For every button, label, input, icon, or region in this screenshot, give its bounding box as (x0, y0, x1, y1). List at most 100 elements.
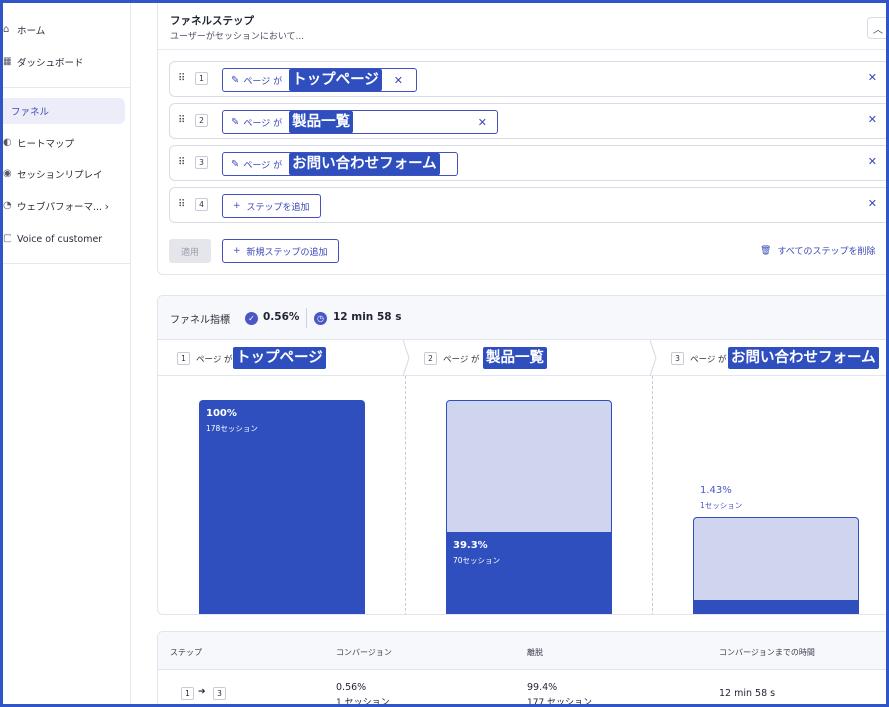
check-circle-icon: ✓ (245, 312, 258, 325)
replay-icon: ◉ (3, 168, 11, 179)
trash-icon: 🗑 (760, 245, 772, 256)
apply-button[interactable]: 適用 (169, 239, 211, 263)
sidebar-item-label: Voice of customer (17, 233, 103, 245)
collapse-button[interactable]: ︿ (867, 17, 886, 39)
bar-sessions-label: 178セッション (206, 424, 258, 433)
sidebar-item-label: ファネル (11, 107, 50, 118)
conversion-sessions: 1 セッション (336, 698, 390, 707)
step-number: 2 (424, 352, 437, 365)
sidebar-item-dashboard[interactable]: ▦ ダッシュボード (3, 49, 125, 75)
funnel-column-header: 1 ページ が トップページ (158, 340, 405, 376)
dropoff-value: 99.4% (527, 682, 558, 693)
column-header: コンバージョンまでの時間 (719, 648, 815, 657)
step-condition-chip[interactable]: ✎ ページ が お問い合わせフォーム (222, 152, 458, 176)
sidebar-divider (3, 87, 131, 88)
step-number: 3 (671, 352, 684, 365)
remove-step-icon[interactable]: ✕ (868, 71, 877, 84)
remove-step-icon[interactable]: ✕ (868, 113, 877, 126)
plus-icon: + (233, 201, 241, 211)
funnel-step-row: ⠿ 4 + ステップを追加 ✕ (169, 187, 886, 223)
new-step-button[interactable]: + 新規ステップの追加 (222, 239, 339, 263)
drag-handle-icon[interactable]: ⠿ (178, 199, 185, 210)
condition-label: ページ が (196, 355, 233, 365)
divider (158, 49, 886, 50)
sidebar-divider (3, 263, 131, 264)
step-condition-chip[interactable]: ✎ ページ が 製品一覧 ✕ (222, 110, 498, 134)
sidebar-item-funnel[interactable]: ファネル (3, 98, 125, 124)
sidebar-item-label: ダッシュボード (17, 58, 84, 69)
chevron-up-icon: ︿ (873, 24, 883, 36)
funnel-chart-card: ファネル指標 ✓ 0.56% ◷ 12 min 58 s 1 ページ が トップ… (157, 295, 886, 615)
plus-icon: + (233, 246, 241, 256)
step-number: 1 (177, 352, 190, 365)
conversion-duration: 12 min 58 s (333, 311, 402, 323)
sidebar-item-session-replay[interactable]: ◉ セッションリプレイ (3, 161, 125, 187)
divider (306, 308, 307, 328)
funnel-summary-table: ステップ コンバージョン 離脱 コンバージョンまでの時間 1 ➔ 3 0.56%… (157, 631, 886, 707)
column-divider (405, 376, 406, 614)
sidebar-item-web-performance[interactable]: ◔ ウェブパフォーマ... › (3, 193, 125, 219)
remove-step-icon[interactable]: ✕ (868, 155, 877, 168)
step-number: 4 (195, 198, 208, 211)
condition-label: ページ が (690, 355, 727, 365)
sidebar-item-label: ヒートマップ (17, 139, 75, 150)
funnel-step-row: ⠿ 2 ✎ ページ が 製品一覧 ✕ ✕ (169, 103, 886, 139)
sidebar-item-voice-of-customer[interactable]: ▢ Voice of customer (3, 226, 125, 252)
pencil-icon: ✎ (231, 116, 240, 128)
page-name: お問い合わせフォーム (289, 153, 440, 175)
step-arrow-separator (403, 340, 410, 376)
funnel-steps-card: ファネルステップ ユーザーがセッションにおいて... ︿ ⠿ 1 ✎ ページ が… (157, 3, 886, 275)
home-icon: ⌂ (3, 24, 10, 35)
dropoff-sessions: 177 セッション (527, 698, 593, 707)
clock-icon: ◷ (314, 312, 327, 325)
bar-percent-label: 100% (206, 408, 237, 419)
step-to: 3 (213, 687, 226, 700)
bar-sessions-label: 1セッション (700, 500, 743, 510)
column-header: ステップ (170, 648, 202, 657)
app-window: ⌂ ホーム ▦ ダッシュボード ファネル ◐ ヒートマップ ◉ セッションリプレ… (0, 0, 889, 707)
funnel-column-header: 2 ページ が 製品一覧 (405, 340, 652, 376)
clear-icon[interactable]: ✕ (394, 74, 403, 87)
sidebar-item-label: セッションリプレイ (17, 170, 103, 181)
add-step-button[interactable]: + ステップを追加 (222, 194, 321, 218)
sidebar-item-label: ホーム (17, 26, 46, 37)
add-step-label: ステップを追加 (246, 202, 310, 213)
table-header: ステップ コンバージョン 離脱 コンバージョンまでの時間 (158, 632, 886, 670)
page-name: 製品一覧 (483, 347, 547, 369)
bar-conversion[interactable] (693, 599, 859, 614)
drag-handle-icon[interactable]: ⠿ (178, 73, 185, 84)
sidebar-item-home[interactable]: ⌂ ホーム (3, 17, 125, 43)
condition-label: ページ が (243, 118, 283, 129)
funnel-column-header: 3 ページ が お問い合わせフォーム (652, 340, 886, 376)
metrics-label: ファネル指標 (170, 315, 230, 326)
funnel-step-row: ⠿ 1 ✎ ページ が トップページ ✕ ✕ (169, 61, 886, 97)
column-header: 離脱 (527, 648, 543, 657)
clear-icon[interactable]: ✕ (478, 116, 487, 129)
performance-icon: ◔ (3, 200, 11, 211)
page-name: トップページ (233, 347, 326, 369)
step-from: 1 (181, 687, 194, 700)
sidebar-item-heatmap[interactable]: ◐ ヒートマップ (3, 130, 125, 156)
conversion-value: 0.56% (336, 682, 367, 693)
remove-step-icon[interactable]: ✕ (868, 197, 877, 210)
chevron-right-icon: › (104, 199, 109, 213)
step-number: 2 (195, 114, 208, 127)
delete-all-label: すべてのステップを削除 (777, 247, 876, 257)
column-header: コンバージョン (336, 648, 392, 657)
step-number: 1 (195, 72, 208, 85)
page-name: お問い合わせフォーム (728, 347, 879, 369)
sidebar: ⌂ ホーム ▦ ダッシュボード ファネル ◐ ヒートマップ ◉ セッションリプレ… (3, 3, 131, 704)
condition-label: ページ が (243, 160, 283, 171)
delete-all-steps-button[interactable]: 🗑 すべてのステップを削除 (760, 244, 876, 258)
time-to-convert: 12 min 58 s (719, 688, 776, 699)
drag-handle-icon[interactable]: ⠿ (178, 115, 185, 126)
condition-label: ページ が (243, 76, 283, 87)
heatmap-icon: ◐ (3, 137, 11, 148)
column-divider (652, 376, 653, 614)
funnel-step-row: ⠿ 3 ✎ ページ が お問い合わせフォーム ✕ (169, 145, 886, 181)
page-name: 製品一覧 (289, 111, 354, 133)
condition-label: ページ が (443, 355, 480, 365)
card-subtitle: ユーザーがセッションにおいて... (170, 32, 305, 42)
drag-handle-icon[interactable]: ⠿ (178, 157, 185, 168)
step-condition-chip[interactable]: ✎ ページ が トップページ ✕ (222, 68, 417, 92)
